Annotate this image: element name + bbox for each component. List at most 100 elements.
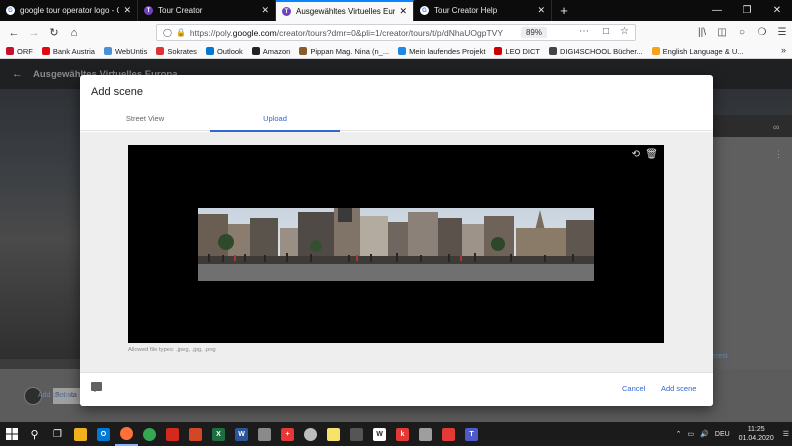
app-snip-icon[interactable] — [437, 422, 460, 446]
bookmark-favicon-icon — [299, 47, 308, 55]
app-generic-icon[interactable] — [253, 422, 276, 446]
browser-tab[interactable]: T Tour Creator ✕ — [138, 0, 276, 21]
browser-tab[interactable]: G Tour Creator Help ✕ — [414, 0, 552, 21]
bookmarks-overflow-icon[interactable]: » — [781, 45, 786, 55]
bookmark-item[interactable]: Pippan Mag. Nina (n_... — [299, 47, 389, 56]
zoom-level[interactable]: 89% — [520, 27, 547, 38]
home-icon[interactable]: ⌂ — [64, 23, 84, 43]
file-explorer-icon[interactable] — [69, 422, 92, 446]
app-red-icon[interactable]: + — [276, 422, 299, 446]
taskbar-apps: O X W + Wk T — [69, 422, 483, 446]
bookmark-favicon-icon — [6, 47, 14, 55]
search-icon[interactable]: ⚲ — [23, 422, 46, 446]
url-text[interactable]: https://poly.google.com/creator/tours?dm… — [190, 28, 629, 38]
close-tab-icon[interactable]: ✕ — [123, 5, 131, 16]
browser-tab[interactable]: Ggoogle tour operator logo - Go ✕ — [0, 0, 138, 21]
pocket-icon[interactable]: □ — [603, 26, 609, 37]
bookmark-label: Amazon — [262, 46, 291, 56]
firefox-icon[interactable] — [115, 422, 138, 446]
uploaded-panorama — [198, 208, 594, 281]
bookmark-star-icon[interactable]: ☆ — [620, 26, 629, 37]
rotate-icon[interactable]: ⟲ — [632, 149, 640, 160]
menu-icon[interactable]: ☰ — [772, 27, 792, 38]
bookmark-favicon-icon — [156, 47, 165, 55]
app-screen-icon[interactable] — [414, 422, 437, 446]
extension-icon[interactable]: ❍ — [752, 27, 772, 38]
tab-upload[interactable]: Upload — [210, 114, 340, 132]
sticky-notes-icon[interactable] — [322, 422, 345, 446]
restore-icon[interactable]: ❐ — [732, 0, 762, 21]
reload-icon[interactable]: ↻ — [44, 23, 64, 43]
calculator-icon[interactable] — [345, 422, 368, 446]
link-icon[interactable]: ∞ — [773, 122, 779, 132]
bookmark-item[interactable]: Outlook — [205, 47, 243, 56]
teams-glyph: T — [465, 427, 478, 441]
bookmark-item[interactable]: LEO DICT — [494, 47, 540, 56]
acrobat-icon[interactable] — [161, 422, 184, 446]
volume-icon[interactable]: 🔊 — [700, 430, 709, 438]
image-preview: ⟲ 🗑 — [128, 145, 664, 343]
task-view-icon[interactable]: ❐ — [46, 422, 69, 446]
notification-icon[interactable]: ☰ — [783, 430, 789, 438]
teams-icon[interactable]: T — [460, 422, 483, 446]
tab-favicon-icon: G — [420, 6, 429, 15]
app-ball-icon[interactable] — [299, 422, 322, 446]
page-actions-icon[interactable]: ⋯ — [579, 26, 589, 37]
lock-icon[interactable]: 🔒 — [176, 28, 186, 37]
bookmark-item[interactable]: Mein laufendes Projekt — [398, 47, 485, 56]
add-scene-button[interactable]: Add scene — [661, 384, 696, 393]
close-window-icon[interactable]: ✕ — [762, 0, 792, 21]
close-tab-icon[interactable]: ✕ — [399, 6, 407, 17]
language-indicator[interactable]: DEU — [715, 431, 730, 438]
bookmark-item[interactable]: DIGI4SCHOOL Bücher... — [549, 47, 643, 56]
calculator-glyph — [350, 427, 363, 441]
app-ball-glyph — [304, 427, 317, 441]
clock-date: 01.04.2020 — [738, 435, 774, 442]
back-arrow-icon[interactable]: ← — [12, 68, 23, 80]
tab-title: Tour Creator — [158, 6, 203, 15]
forward-icon[interactable]: → — [24, 23, 44, 43]
account-icon[interactable]: ○ — [732, 27, 752, 38]
bookmark-item[interactable]: Amazon — [251, 46, 291, 56]
close-tab-icon[interactable]: ✕ — [261, 5, 269, 16]
minimize-icon[interactable]: — — [702, 0, 732, 21]
tab-favicon-icon: G — [6, 6, 15, 15]
tab-street-view[interactable]: Street View — [80, 114, 210, 131]
bookmark-item[interactable]: English Language & U... — [651, 47, 744, 56]
clock[interactable]: 11:25 01.04.2020 — [739, 425, 774, 443]
app-w-icon[interactable]: W — [368, 422, 391, 446]
app-k-glyph: k — [396, 427, 409, 441]
add-scene-link-bg[interactable]: Add scene — [38, 392, 71, 399]
shield-icon[interactable]: ◯ — [163, 28, 172, 37]
bookmark-item[interactable]: WebUntis — [103, 47, 147, 56]
bookmark-item[interactable]: Sokrates — [156, 47, 197, 56]
app-snip-glyph — [442, 427, 455, 441]
app-red-glyph: + — [281, 427, 294, 441]
library-icon[interactable]: ||\ — [692, 27, 712, 38]
powerpoint-icon[interactable] — [184, 422, 207, 446]
add-scene-dialog: Add scene Street View Upload ⟲ 🗑 Allowed… — [80, 75, 713, 406]
bookmark-item[interactable]: Bank Austria — [41, 47, 95, 56]
more-vert-icon[interactable]: ⋮ — [774, 149, 783, 160]
interest-link[interactable]: erest — [712, 353, 728, 360]
close-tab-icon[interactable]: ✕ — [537, 5, 545, 16]
network-icon[interactable]: ▭ — [688, 430, 695, 438]
tab-title: Tour Creator Help — [434, 6, 498, 15]
app-k-icon[interactable]: k — [391, 422, 414, 446]
sidebar-icon[interactable]: ◫ — [712, 27, 732, 38]
cancel-button[interactable]: Cancel — [622, 384, 645, 393]
outlook-icon[interactable]: O — [92, 422, 115, 446]
excel-icon[interactable]: X — [207, 422, 230, 446]
delete-icon[interactable]: 🗑 — [645, 149, 658, 160]
bookmark-label: Mein laufendes Projekt — [409, 46, 486, 56]
feedback-icon[interactable] — [91, 382, 102, 392]
address-bar[interactable]: ◯ 🔒 https://poly.google.com/creator/tour… — [156, 24, 636, 41]
new-tab-icon[interactable]: + — [552, 0, 576, 21]
bookmark-item[interactable]: ORF — [6, 47, 33, 56]
windows-start-icon[interactable] — [0, 422, 23, 446]
browser-tab[interactable]: T Ausgewähltes Virtuelles Europa✕ — [276, 0, 414, 21]
chevron-up-icon[interactable]: ⌃ — [676, 430, 682, 438]
chrome-icon[interactable] — [138, 422, 161, 446]
back-icon[interactable]: ← — [4, 23, 24, 43]
word-icon[interactable]: W — [230, 422, 253, 446]
